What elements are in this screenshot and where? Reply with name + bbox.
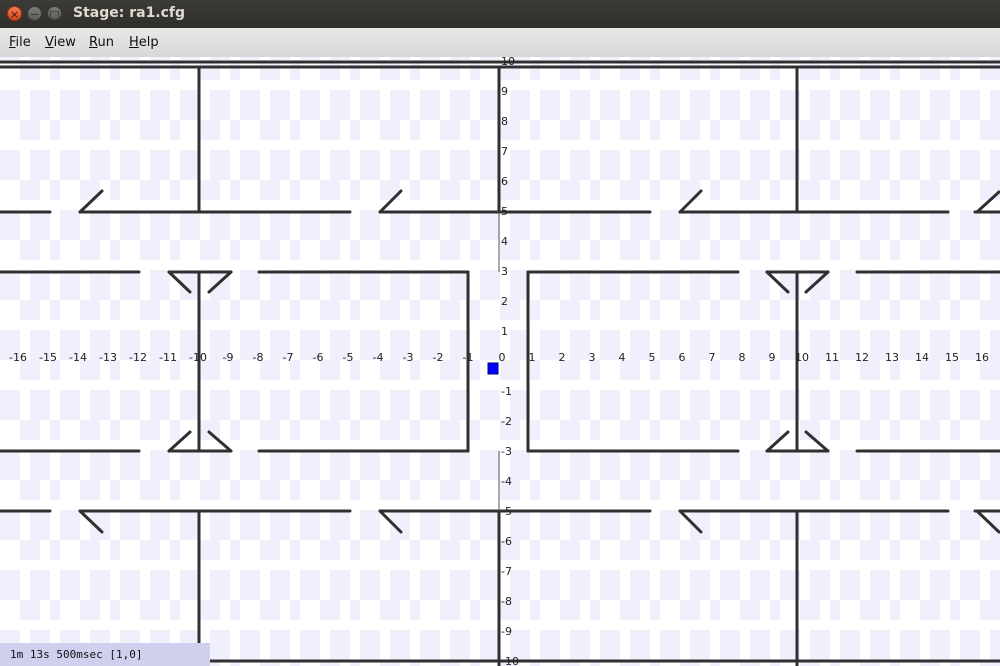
y-tick-label: -1: [501, 385, 512, 398]
x-tick-label: -14: [69, 351, 87, 364]
x-tick-label: 3: [589, 351, 596, 364]
menu-run-label: un: [97, 35, 114, 50]
y-tick-label: 10: [501, 57, 515, 68]
world-map: -16 -15 -14 -13 -12 -11 -10 -9 -8 -7 -6 -5 -4 -3 -2 -1 0…: [0, 57, 1000, 666]
x-tick-label: -12: [129, 351, 147, 364]
x-tick-label: 1: [529, 351, 536, 364]
x-tick-label: -5: [343, 351, 354, 364]
x-tick-label: 7: [709, 351, 716, 364]
y-tick-label: -9: [501, 625, 512, 638]
menu-run[interactable]: Run: [89, 35, 114, 50]
y-tick-label: 3: [501, 265, 508, 278]
x-tick-label: -8: [253, 351, 264, 364]
robot-marker[interactable]: [487, 362, 499, 375]
y-tick-label: 8: [501, 115, 508, 128]
y-tick-label: -10: [501, 655, 519, 666]
y-tick-label: -6: [501, 535, 512, 548]
x-tick-label: 4: [619, 351, 626, 364]
x-tick-label: 9: [769, 351, 776, 364]
x-tick-label: -16: [9, 351, 27, 364]
x-tick-label: 14: [915, 351, 929, 364]
stage-window: × − □ Stage: ra1.cfg File View Run Help: [0, 0, 1000, 666]
x-tick-label: 0: [499, 351, 506, 364]
x-tick-label: 5: [649, 351, 656, 364]
y-tick-label: -2: [501, 415, 512, 428]
world-view-canvas[interactable]: -16 -15 -14 -13 -12 -11 -10 -9 -8 -7 -6 -5 -4 -3 -2 -1 0…: [0, 57, 1000, 666]
x-tick-label: -13: [99, 351, 117, 364]
x-tick-label: -15: [39, 351, 57, 364]
y-tick-label: 6: [501, 175, 508, 188]
x-tick-label: -3: [403, 351, 414, 364]
maximize-window-button[interactable]: □: [47, 6, 62, 21]
x-tick-label: -10: [189, 351, 207, 364]
menu-help-mnemonic: H: [129, 35, 139, 50]
y-tick-label: -5: [501, 505, 512, 518]
x-tick-label: -11: [159, 351, 177, 364]
x-tick-label: 15: [945, 351, 959, 364]
x-tick-label: 8: [739, 351, 746, 364]
x-tick-label: 13: [885, 351, 899, 364]
x-tick-label: -2: [433, 351, 444, 364]
y-tick-label: -4: [501, 475, 512, 488]
x-tick-label: -7: [283, 351, 294, 364]
y-tick-label: -8: [501, 595, 512, 608]
x-tick-label: 6: [679, 351, 686, 364]
x-tick-label: -6: [313, 351, 324, 364]
menu-view[interactable]: View: [45, 35, 76, 50]
status-bar: 1m 13s 500msec [1,0]: [0, 643, 210, 666]
y-tick-label: 5: [501, 205, 508, 218]
menu-help-label: elp: [138, 35, 159, 50]
window-title: Stage: ra1.cfg: [73, 5, 186, 21]
x-tick-label: 2: [559, 351, 566, 364]
x-tick-label: 11: [825, 351, 839, 364]
x-tick-label: 16: [975, 351, 989, 364]
y-tick-label: 4: [501, 235, 508, 248]
x-tick-label: -1: [463, 351, 474, 364]
title-bar: × − □ Stage: ra1.cfg: [0, 0, 1000, 28]
x-tick-label: 12: [855, 351, 869, 364]
x-tick-label: -9: [223, 351, 234, 364]
x-tick-label: 10: [795, 351, 809, 364]
y-tick-label: 2: [501, 295, 508, 308]
menu-view-label: iew: [53, 35, 76, 50]
menu-view-mnemonic: V: [45, 35, 54, 50]
menu-file[interactable]: File: [9, 35, 31, 50]
menu-bar: File View Run Help: [0, 28, 1000, 58]
menu-file-label: ile: [15, 35, 31, 50]
x-tick-label: -4: [373, 351, 384, 364]
close-window-button[interactable]: ×: [7, 6, 22, 21]
y-tick-label: 7: [501, 145, 508, 158]
menu-help[interactable]: Help: [129, 35, 159, 50]
y-tick-label: 9: [501, 85, 508, 98]
y-tick-label: -7: [501, 565, 512, 578]
minimize-window-button[interactable]: −: [27, 6, 42, 21]
y-tick-label: -3: [501, 445, 512, 458]
y-tick-label: 1: [501, 325, 508, 338]
